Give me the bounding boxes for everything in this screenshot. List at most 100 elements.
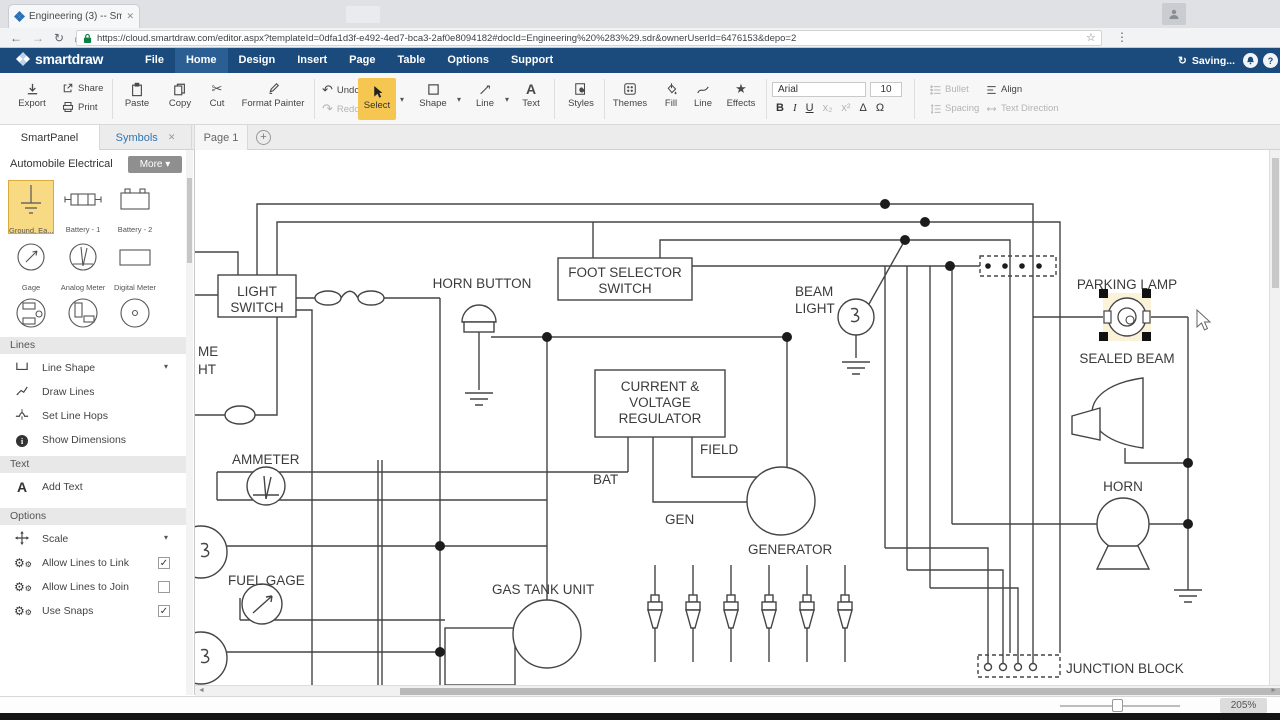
line-shape-caret[interactable]: ▾ (164, 362, 168, 371)
browser-tab[interactable]: Engineering (3) -- Smart ✕ (8, 4, 140, 28)
menu-file[interactable]: File (134, 48, 175, 73)
paste-button[interactable]: Paste (116, 80, 158, 109)
tab-smartpanel[interactable]: SmartPanel (0, 125, 100, 150)
symbol-analog-meter[interactable]: Analog Meter (60, 238, 106, 292)
allow-lines-to-join-item[interactable]: ⚙⚙ Allow Lines to Join (0, 577, 186, 599)
undo-button[interactable]: ↶ Undo (322, 82, 360, 98)
menu-options[interactable]: Options (436, 48, 500, 73)
drawing-canvas[interactable]: LIGHT SWITCH HORN BUTTON FOOT SELECTOR S… (195, 150, 1280, 685)
profile-avatar[interactable] (1162, 3, 1186, 25)
line-style-button[interactable]: Line (688, 80, 718, 109)
new-tab-button[interactable] (346, 6, 380, 23)
parking-lamp-selected-symbol[interactable] (1099, 289, 1151, 341)
clipped-lamp-2 (195, 632, 227, 684)
browser-menu-icon[interactable]: ⋮ (1116, 30, 1128, 44)
close-tab-icon[interactable]: ✕ (126, 11, 134, 22)
allow-lines-to-join-checkbox[interactable] (158, 581, 170, 593)
show-dimensions-icon: i (14, 432, 30, 448)
shape-dropdown-caret[interactable]: ▾ (457, 95, 461, 104)
subscript-button[interactable]: x₂ (823, 102, 833, 114)
zoom-slider-handle[interactable] (1112, 699, 1123, 712)
url-field[interactable]: https://cloud.smartdraw.com/editor.aspx?… (76, 30, 1102, 46)
redo-button[interactable]: ↷ Redo (322, 101, 360, 117)
menu-table[interactable]: Table (386, 48, 436, 73)
font-color-button[interactable]: Δ (860, 102, 867, 114)
scroll-left-icon[interactable]: ◄ (198, 687, 205, 694)
line-tool-button[interactable]: Line (468, 80, 502, 109)
smartdraw-logo-icon (16, 52, 30, 66)
bullet-button[interactable]: Bullet (930, 84, 969, 95)
line-shape-item[interactable]: Line Shape ▾ (0, 358, 186, 380)
menu-support[interactable]: Support (500, 48, 564, 73)
font-name-field[interactable]: Arial (772, 82, 866, 97)
select-dropdown-caret[interactable]: ▾ (400, 95, 404, 104)
themes-button[interactable]: Themes (608, 80, 652, 109)
notifications-bell-icon[interactable] (1243, 53, 1258, 68)
scale-item[interactable]: Scale ▾ (0, 529, 186, 551)
use-snaps-item[interactable]: ⚙⚙ Use Snaps ✓ (0, 601, 186, 623)
copy-button[interactable]: Copy (160, 80, 200, 109)
format-painter-button[interactable]: Format Painter (236, 80, 310, 109)
mouse-cursor (1197, 310, 1210, 330)
gears-icon: ⚙⚙ (14, 555, 30, 571)
symbol-ground[interactable]: Ground, Ea... (8, 180, 54, 234)
bookmark-star-icon[interactable]: ☆ (1086, 31, 1096, 44)
add-page-button[interactable]: + (256, 130, 271, 145)
scroll-right-icon[interactable]: ► (1270, 687, 1277, 694)
forward-icon[interactable]: → (32, 31, 44, 45)
export-button[interactable]: Export (8, 80, 56, 109)
line-dropdown-caret[interactable]: ▾ (505, 95, 509, 104)
show-dimensions-item[interactable]: i Show Dimensions (0, 430, 186, 452)
text-tool-button[interactable]: A Text (515, 80, 547, 109)
superscript-button[interactable]: x² (841, 102, 850, 114)
share-button[interactable]: Share (62, 82, 103, 94)
text-direction-button[interactable]: Text Direction (986, 103, 1059, 114)
wiring-diagram[interactable]: LIGHT SWITCH HORN BUTTON FOOT SELECTOR S… (195, 150, 1280, 685)
allow-lines-to-link-item[interactable]: ⚙⚙ Allow Lines to Link ✓ (0, 553, 186, 575)
panel-scrollbar[interactable] (186, 150, 193, 695)
tab-symbols[interactable]: Symbols ✕ (100, 125, 192, 150)
use-snaps-checkbox[interactable]: ✓ (158, 605, 170, 617)
draw-lines-item[interactable]: Draw Lines (0, 382, 186, 404)
set-line-hops-item[interactable]: Set Line Hops (0, 406, 186, 428)
select-tool-button[interactable]: Select (358, 78, 396, 120)
add-text-item[interactable]: A Add Text (0, 477, 186, 499)
font-size-field[interactable]: 10 (870, 82, 902, 97)
shape-tool-button[interactable]: Shape (412, 80, 454, 109)
refresh-icon[interactable]: ↻ (54, 31, 64, 45)
canvas-vertical-scrollbar[interactable] (1269, 150, 1280, 685)
symbol-battery-2[interactable]: Battery - 2 (112, 180, 158, 234)
menu-home[interactable]: Home (175, 48, 228, 73)
menu-insert[interactable]: Insert (286, 48, 338, 73)
symbol-distributor-1[interactable] (8, 294, 54, 334)
symbol-button[interactable]: Ω (876, 102, 884, 114)
symbol-battery-1[interactable]: Battery - 1 (60, 180, 106, 234)
close-symbols-tab-icon[interactable]: ✕ (168, 132, 176, 143)
symbol-gage[interactable]: Gage (8, 238, 54, 292)
symbol-digital-meter[interactable]: Digital Meter (112, 238, 158, 292)
allow-lines-to-link-checkbox[interactable]: ✓ (158, 557, 170, 569)
print-button[interactable]: Print (62, 101, 98, 113)
styles-button[interactable]: Styles (560, 80, 602, 109)
cut-button[interactable]: ✂ Cut (202, 80, 232, 109)
spacing-button[interactable]: Spacing (930, 103, 979, 114)
underline-button[interactable]: U (806, 102, 814, 114)
scale-caret[interactable]: ▾ (164, 533, 168, 542)
fill-button[interactable]: Fill (656, 80, 686, 109)
back-icon[interactable]: ← (10, 31, 22, 45)
tab-page-1[interactable]: Page 1 (194, 125, 248, 150)
more-button[interactable]: More ▾ (128, 156, 182, 173)
panel-scrollbar-thumb[interactable] (187, 178, 192, 263)
bold-button[interactable]: B (776, 102, 784, 114)
symbol-lamp[interactable] (112, 294, 158, 334)
menu-page[interactable]: Page (338, 48, 386, 73)
align-button[interactable]: Align (986, 84, 1022, 95)
horizontal-scrollbar-thumb[interactable] (400, 688, 1280, 695)
vertical-scrollbar-thumb[interactable] (1272, 158, 1279, 288)
canvas-horizontal-scrollbar[interactable]: ◄ ► (195, 685, 1280, 696)
italic-button[interactable]: I (793, 102, 797, 114)
effects-button[interactable]: ★ Effects (720, 80, 762, 109)
help-icon[interactable]: ? (1263, 53, 1278, 68)
menu-design[interactable]: Design (228, 48, 287, 73)
symbol-distributor-2[interactable] (60, 294, 106, 334)
